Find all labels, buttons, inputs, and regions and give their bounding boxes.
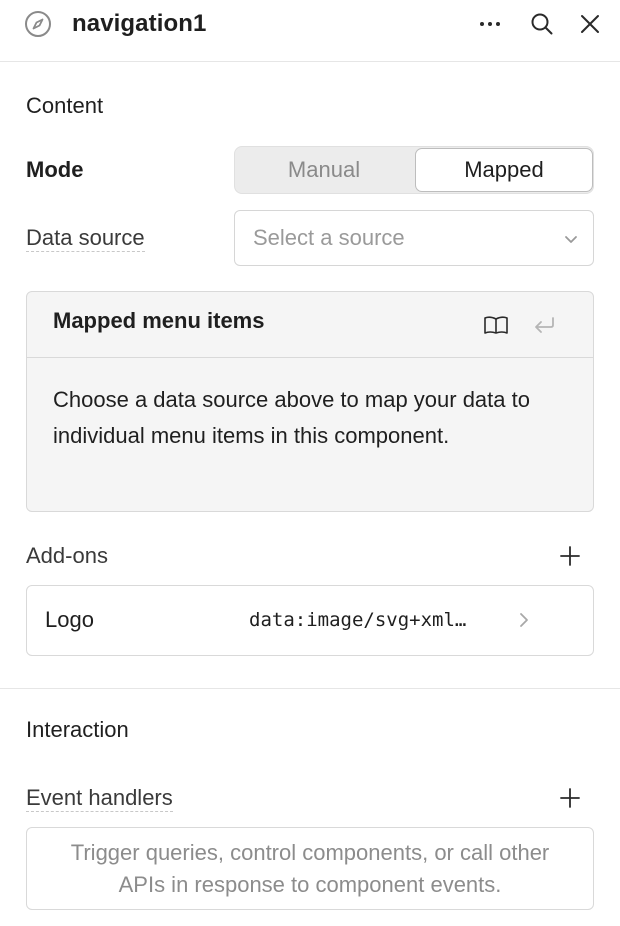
chevron-down-icon xyxy=(565,236,577,243)
mode-option-manual[interactable]: Manual xyxy=(235,147,413,193)
return-arrow-icon[interactable] xyxy=(531,314,557,336)
add-addon-plus-icon[interactable] xyxy=(558,544,582,568)
chevron-right-icon xyxy=(520,613,528,627)
addon-logo-value: data:image/svg+xml… xyxy=(249,609,467,631)
search-icon xyxy=(531,13,553,35)
addon-logo-row[interactable]: Logo data:image/svg+xml… xyxy=(26,585,594,656)
close-button[interactable] xyxy=(576,10,604,38)
event-handlers-label: Event handlers xyxy=(26,783,173,813)
mapped-menu-items-description: Choose a data source above to map your d… xyxy=(53,387,530,448)
mode-option-mapped[interactable]: Mapped xyxy=(415,148,593,192)
data-source-label: Data source xyxy=(26,223,145,253)
more-options-button[interactable] xyxy=(476,10,504,38)
mapped-menu-items-panel: Mapped menu items Choose a data source a… xyxy=(26,291,594,512)
mapped-menu-items-title: Mapped menu items xyxy=(53,308,265,333)
docs-book-icon[interactable] xyxy=(483,314,509,336)
compass-icon xyxy=(25,11,51,37)
mode-label: Mode xyxy=(26,157,84,182)
mode-segmented-control: Manual Mapped xyxy=(234,146,594,194)
interaction-section-title: Interaction xyxy=(26,717,129,742)
data-source-placeholder: Select a source xyxy=(253,225,405,250)
more-icon xyxy=(480,22,500,26)
add-event-handler-plus-icon[interactable] xyxy=(558,786,582,810)
addons-label: Add-ons xyxy=(26,543,108,568)
addon-logo-name: Logo xyxy=(45,607,94,632)
component-title[interactable]: navigation1 xyxy=(72,8,206,40)
data-source-label-text: Data source xyxy=(26,225,145,252)
section-divider xyxy=(0,688,620,689)
close-icon xyxy=(581,15,599,33)
event-handlers-label-text: Event handlers xyxy=(26,785,173,812)
search-button[interactable] xyxy=(528,10,556,38)
mapped-menu-items-header: Mapped menu items xyxy=(27,292,593,358)
content-section-title: Content xyxy=(26,93,104,118)
data-source-select[interactable]: Select a source xyxy=(234,210,594,266)
event-handlers-empty-state: Trigger queries, control components, or … xyxy=(26,827,594,910)
inspector-header: navigation1 xyxy=(0,0,620,62)
